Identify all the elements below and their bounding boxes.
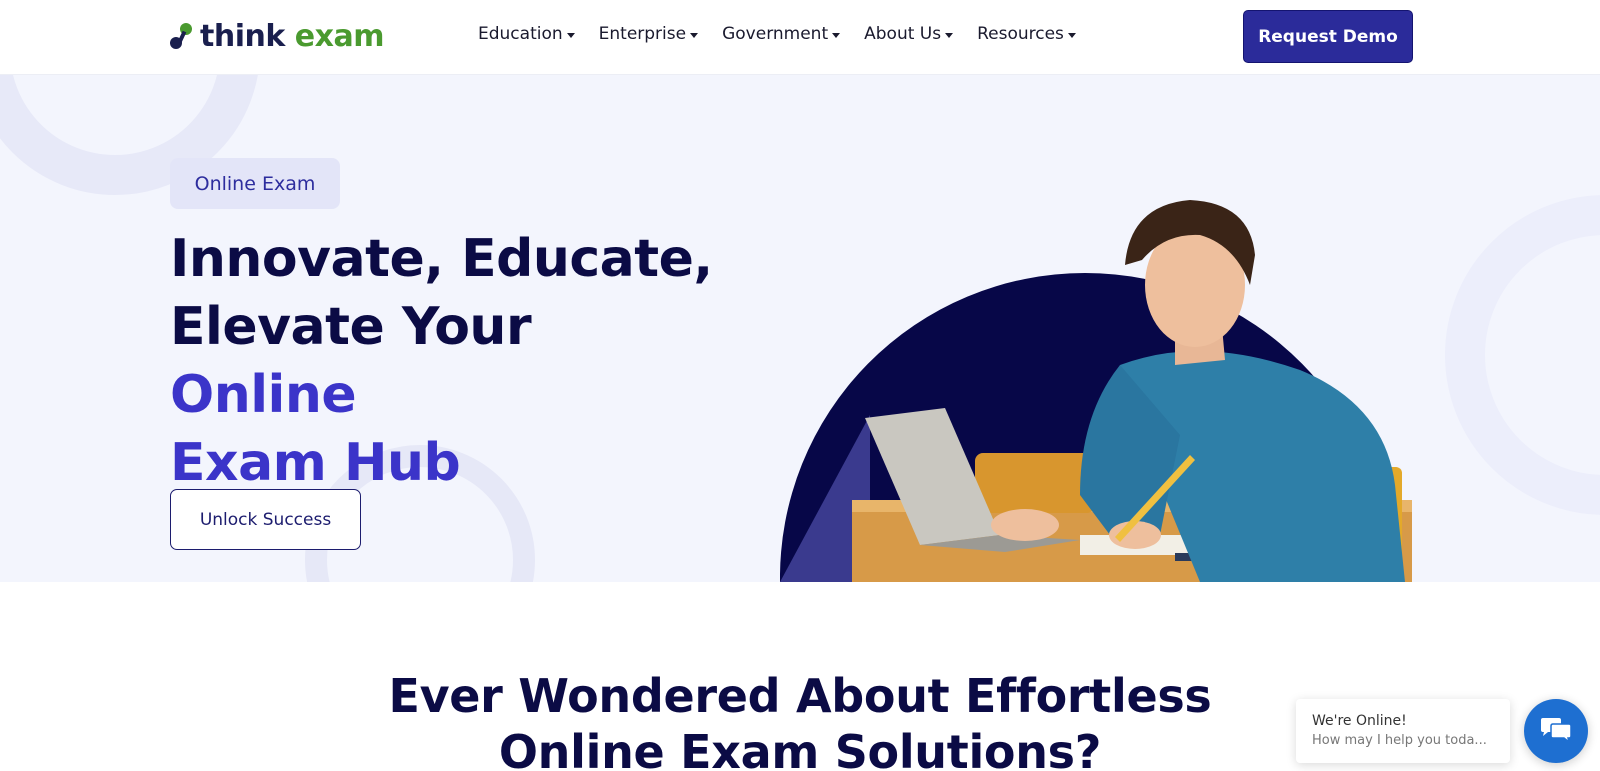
request-demo-button[interactable]: Request Demo: [1243, 10, 1413, 63]
hero-headline: Innovate, Educate, Elevate Your Online E…: [170, 225, 730, 497]
chevron-down-icon: [832, 32, 841, 38]
think-exam-logo-icon: [170, 23, 192, 49]
section-heading-line-1: Ever Wondered About Effortless: [388, 669, 1212, 723]
hero-illustration: [780, 200, 1412, 582]
nav-item-label: Education: [478, 24, 563, 44]
chevron-down-icon: [945, 32, 954, 38]
nav-item-about-us[interactable]: About Us: [864, 24, 954, 44]
nav-item-enterprise[interactable]: Enterprise: [598, 24, 699, 44]
chat-title: We're Online!: [1312, 713, 1407, 729]
main-nav: Education Enterprise Government About Us…: [478, 24, 1076, 44]
chat-greeting[interactable]: We're Online! How may I help you toda...: [1296, 699, 1510, 763]
headline-accent-2: Exam Hub: [170, 433, 461, 493]
headline-line-1: Innovate, Educate,: [170, 229, 713, 289]
nav-item-label: Government: [722, 24, 829, 44]
logo-text-exam: exam: [294, 18, 385, 54]
section-heading-line-2: Online Exam Solutions?: [498, 725, 1102, 771]
site-header: think exam Education Enterprise Governme…: [0, 0, 1600, 75]
nav-item-label: About Us: [864, 24, 942, 44]
chat-launcher-button[interactable]: [1524, 699, 1588, 763]
logo[interactable]: think exam: [170, 18, 385, 54]
unlock-success-button[interactable]: Unlock Success: [170, 489, 361, 550]
nav-item-label: Resources: [977, 24, 1064, 44]
nav-item-label: Enterprise: [598, 24, 687, 44]
logo-text-think: think: [200, 18, 285, 54]
chevron-down-icon: [1067, 32, 1076, 38]
chevron-down-icon: [690, 32, 699, 38]
headline-line-2: Elevate Your: [170, 297, 532, 357]
chat-bubbles-icon: [1541, 718, 1572, 744]
nav-item-education[interactable]: Education: [478, 24, 575, 44]
headline-accent-1: Online: [170, 365, 357, 425]
chat-subtitle: How may I help you toda...: [1312, 733, 1487, 748]
chevron-down-icon: [566, 32, 575, 38]
hero-badge: Online Exam: [170, 158, 340, 209]
decorative-ring: [1445, 195, 1600, 515]
hero-section: Online Exam Innovate, Educate, Elevate Y…: [0, 75, 1600, 582]
nav-item-government[interactable]: Government: [722, 24, 841, 44]
nav-item-resources[interactable]: Resources: [977, 24, 1076, 44]
